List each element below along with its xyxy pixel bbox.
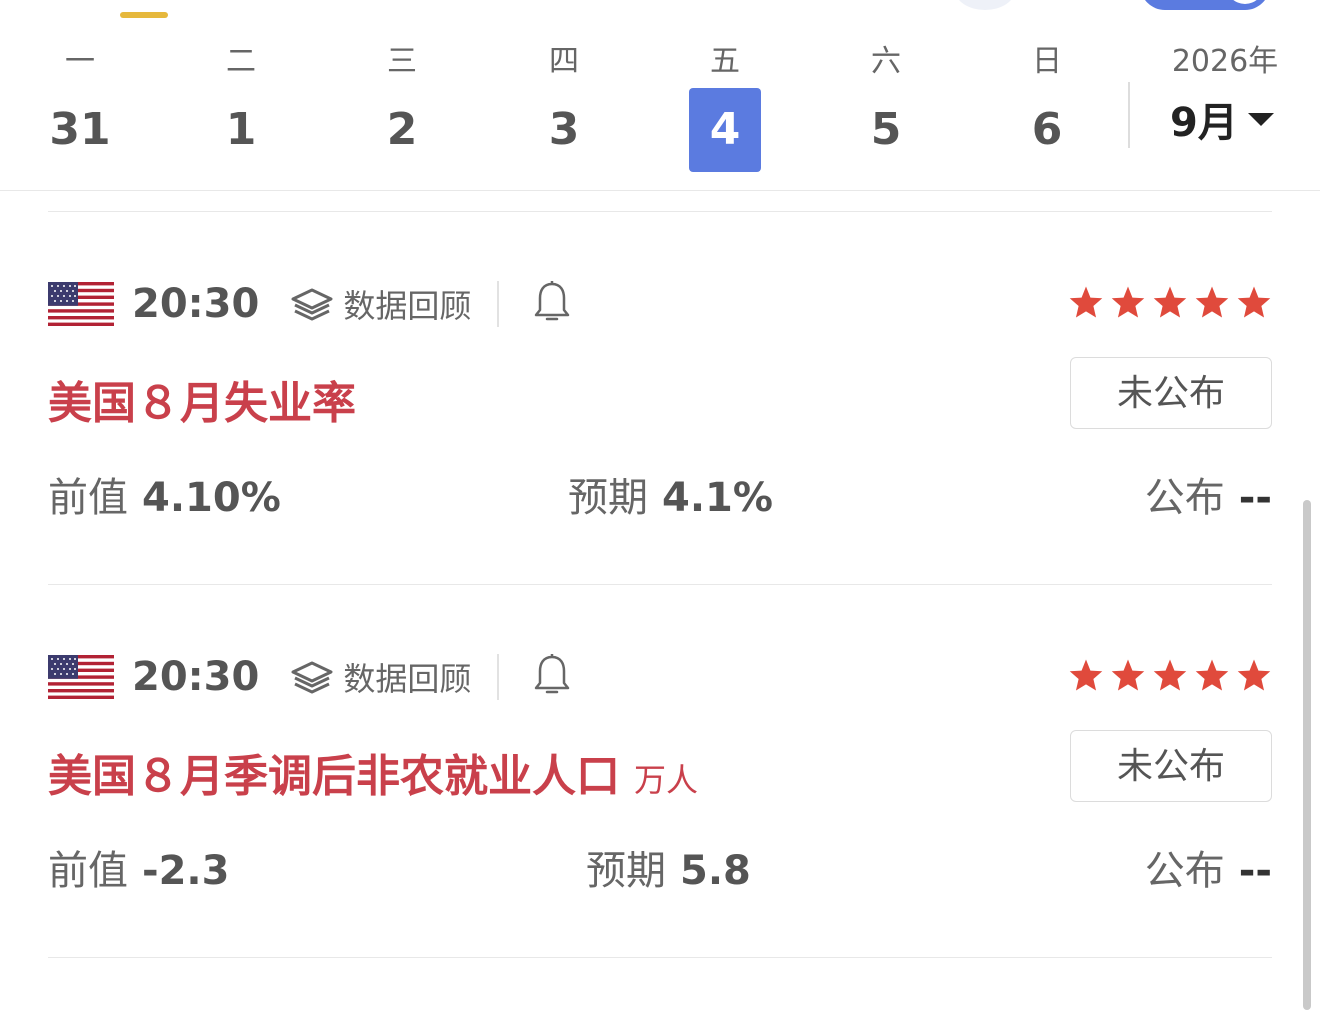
event-title[interactable]: 美国８月失业率 [48, 367, 356, 431]
caret-down-icon [1247, 112, 1274, 126]
divider [48, 584, 1272, 585]
event-title-text: 美国８月季调后非农就业人口 [48, 751, 620, 802]
importance-stars [1068, 285, 1272, 319]
date-number: 31 [49, 104, 111, 155]
review-label: 数据回顾 [343, 287, 472, 325]
weekday-label: 四 [549, 44, 579, 79]
month-selector[interactable]: 9月 [1170, 90, 1274, 148]
actual-label: 公布 [1144, 475, 1225, 521]
expected-value: 预期 5.8 [586, 838, 751, 896]
top-toggle-switch[interactable] [1140, 0, 1270, 10]
us-flag-icon [48, 655, 114, 699]
event-values: 前值 -2.3 预期 5.8 公布 -- [48, 838, 1272, 898]
actual-label: 公布 [1144, 848, 1225, 894]
year-label: 2026年 [1171, 44, 1279, 79]
previous-value: 前值 -2.3 [48, 838, 229, 896]
bell-icon[interactable] [533, 653, 571, 701]
star-icon [1111, 286, 1145, 318]
star-icon [1237, 659, 1271, 691]
date-number: 5 [870, 104, 902, 155]
day-sun[interactable]: 日 6 [987, 40, 1107, 172]
star-icon [1195, 659, 1229, 691]
date-number: 1 [225, 104, 257, 155]
expected-number: 4.1% [662, 475, 773, 521]
layers-icon [291, 661, 333, 694]
actual-value: 公布 -- [1145, 838, 1272, 896]
weekday-label: 二 [226, 44, 256, 79]
divider [497, 654, 500, 700]
active-tab-indicator [120, 12, 168, 18]
event-card[interactable]: 20:30 数据回顾 美国８月季调后非农就业人口 万人 未公布 前值 -2.3 … [48, 652, 1272, 952]
star-icon [1153, 286, 1187, 318]
event-time: 20:30 [132, 654, 260, 700]
event-time: 20:30 [132, 281, 260, 327]
previous-value: 前值 4.10% [48, 465, 281, 523]
expected-label: 预期 [568, 475, 648, 521]
previous-label: 前值 [48, 848, 128, 894]
month-label: 9月 [1170, 100, 1238, 146]
day-sat[interactable]: 六 5 [826, 40, 946, 172]
expected-value: 预期 4.1% [568, 465, 773, 523]
status-button[interactable]: 未公布 [1070, 357, 1272, 429]
star-icon [1153, 659, 1187, 691]
actual-number: -- [1238, 848, 1272, 894]
week-date-picker: 一 31 二 1 三 2 四 3 五 4 六 5 日 6 2026年 9月 [0, 40, 1320, 191]
weekday-label: 六 [871, 44, 901, 79]
data-review-link[interactable]: 数据回顾 [289, 654, 471, 700]
event-title-text: 美国８月失业率 [48, 378, 356, 429]
expected-label: 预期 [586, 848, 666, 894]
divider [48, 957, 1272, 958]
date-number: 2 [386, 104, 418, 155]
actual-value: 公布 -- [1145, 465, 1272, 523]
review-label: 数据回顾 [343, 660, 472, 698]
previous-number: -2.3 [142, 848, 230, 894]
top-circle-button[interactable] [955, 0, 1015, 10]
expected-number: 5.8 [680, 848, 751, 894]
weekday-label: 一 [65, 44, 95, 79]
date-number: 3 [548, 104, 580, 155]
star-icon [1069, 286, 1103, 318]
event-unit: 万人 [634, 761, 699, 799]
day-mon[interactable]: 一 31 [20, 40, 140, 172]
importance-stars [1068, 658, 1272, 692]
date-number: 6 [1031, 104, 1063, 155]
divider [48, 211, 1272, 212]
divider [497, 281, 500, 327]
weekday-label: 日 [1032, 44, 1062, 79]
event-card[interactable]: 20:30 数据回顾 美国８月失业率 未公布 前值 4.10% 预期 4.1% … [48, 279, 1272, 579]
divider [1128, 82, 1130, 148]
day-tue[interactable]: 二 1 [181, 40, 301, 172]
actual-number: -- [1238, 475, 1272, 521]
weekday-label: 三 [387, 44, 417, 79]
star-icon [1069, 659, 1103, 691]
day-fri-selected[interactable]: 五 4 [665, 40, 785, 172]
day-thu[interactable]: 四 3 [504, 40, 624, 172]
date-number-selected: 4 [689, 88, 761, 172]
event-values: 前值 4.10% 预期 4.1% 公布 -- [48, 465, 1272, 525]
us-flag-icon [48, 282, 114, 326]
layers-icon [291, 288, 333, 321]
weekday-label: 五 [710, 44, 740, 79]
day-wed[interactable]: 三 2 [342, 40, 462, 172]
event-title[interactable]: 美国８月季调后非农就业人口 万人 [48, 740, 698, 804]
star-icon [1111, 659, 1145, 691]
data-review-link[interactable]: 数据回顾 [289, 281, 471, 327]
star-icon [1237, 286, 1271, 318]
previous-label: 前值 [48, 475, 128, 521]
scrollbar[interactable] [1303, 500, 1311, 1010]
bell-icon[interactable] [533, 280, 571, 328]
previous-number: 4.10% [142, 475, 281, 521]
star-icon [1195, 286, 1229, 318]
status-button[interactable]: 未公布 [1070, 730, 1272, 802]
